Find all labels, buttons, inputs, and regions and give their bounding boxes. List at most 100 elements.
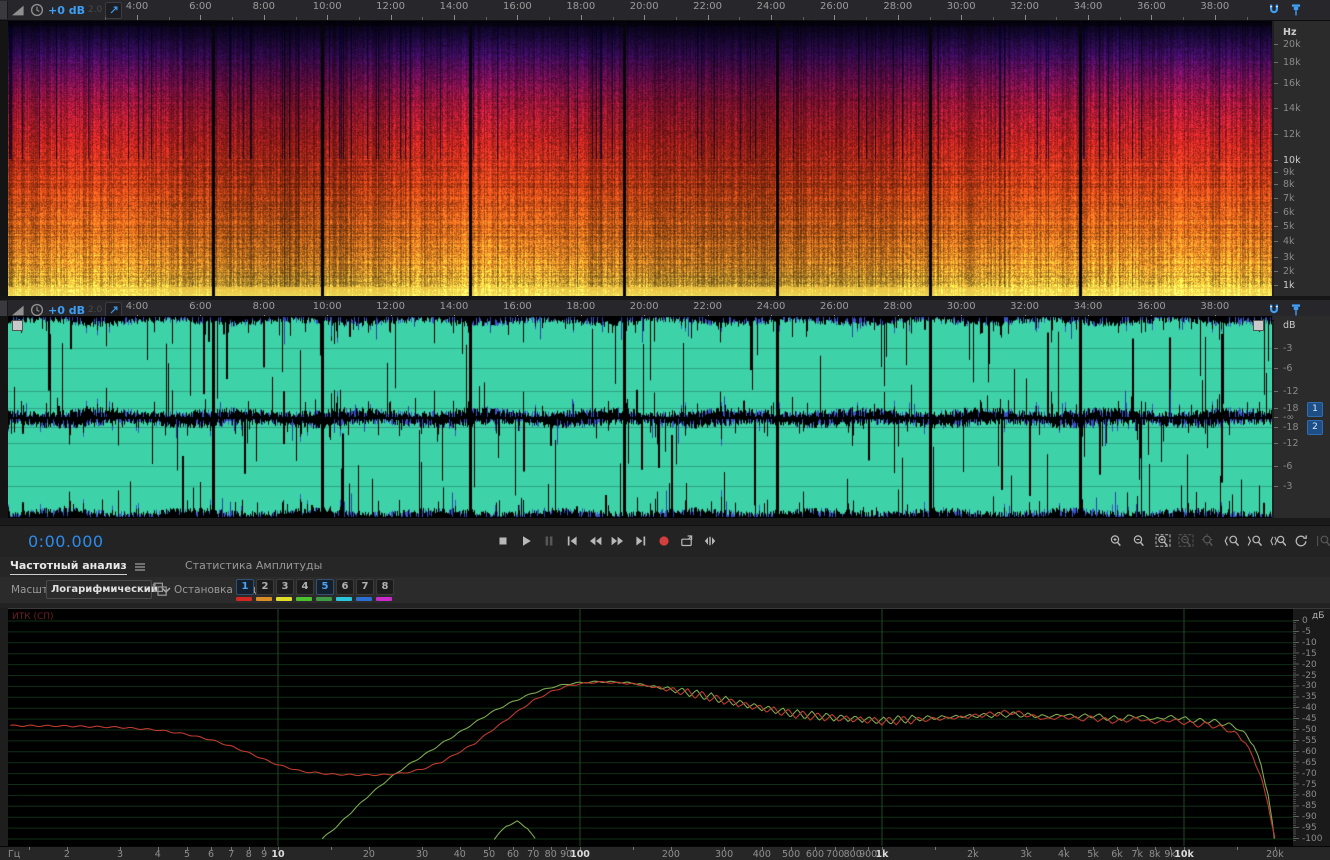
ruler-minor-tick xyxy=(485,17,487,20)
timeline-ticks[interactable]: 4:00 6:00 8:00 10:00 12:00 14:00 16:00 18:00 20:… xyxy=(0,0,1330,20)
db-axis-unit: дБ xyxy=(1312,611,1325,621)
transport-buttons xyxy=(492,530,721,552)
ruler-tick xyxy=(644,15,646,20)
ruler-time-label: 26:00 xyxy=(819,301,849,312)
ruler-minor-tick xyxy=(802,17,804,20)
frequency-analysis-plot[interactable]: ИТК (СП) xyxy=(8,608,1293,847)
ruler-time-label: 38:00 xyxy=(1200,301,1230,312)
waveform-display[interactable] xyxy=(8,316,1272,518)
ruler-minor-tick xyxy=(1183,17,1185,20)
channel-1-badge[interactable]: 1 xyxy=(1307,402,1323,417)
hold-color-swatch xyxy=(316,597,332,601)
scale-tick xyxy=(1274,271,1278,272)
pin-icon[interactable] xyxy=(1288,2,1304,18)
hold-button-6[interactable]: 6 xyxy=(336,579,354,601)
scale-dropdown[interactable]: Логарифмический xyxy=(46,580,171,599)
hold-color-swatch xyxy=(256,597,272,601)
hold-button-2[interactable]: 2 xyxy=(256,579,274,601)
ruler-time-label: 8:00 xyxy=(252,301,276,312)
time-display[interactable]: 0:00.000 xyxy=(28,532,104,551)
frequency-tick xyxy=(187,847,189,850)
db-axis: дБ 0 -5 -10 -15 -20 -25 -30 -35 -40 -45 -50 -55 -60-… xyxy=(1293,608,1330,847)
series-канал-2-всплеск xyxy=(493,820,536,840)
frequency-tick-label: 2 xyxy=(63,849,70,860)
analysis-controls: Масштаб: Логарифмический Остановка кадра… xyxy=(0,577,1330,604)
channel-2-badge[interactable]: 2 xyxy=(1307,420,1323,435)
transport-loop-button[interactable] xyxy=(676,530,698,552)
transport-skip-start-button[interactable] xyxy=(561,530,583,552)
ruler-time-label: 30:00 xyxy=(946,301,976,312)
ruler-tick xyxy=(580,15,582,20)
frequency-tick-label: 3 xyxy=(117,849,124,860)
db-tick-label: -80 xyxy=(1302,790,1317,801)
transport-pause-button xyxy=(538,530,560,552)
spectrogram-display[interactable] xyxy=(8,21,1272,296)
db-tick-label: -50 xyxy=(1302,725,1317,735)
frequency-axis-unit: Гц xyxy=(8,849,21,860)
zoom-in-button[interactable] xyxy=(1106,530,1128,552)
transport-play-button[interactable] xyxy=(515,530,537,552)
zoom-in-frame-button[interactable] xyxy=(1152,530,1174,552)
transport-skip-end-button[interactable] xyxy=(630,530,652,552)
ruler-tick xyxy=(771,15,772,20)
scale-label: 5k xyxy=(1283,221,1295,232)
panel-menu-icon[interactable] xyxy=(132,559,148,575)
snapshot-icon[interactable] xyxy=(152,581,168,597)
scale-tick xyxy=(1274,391,1278,392)
clip-handle-right[interactable] xyxy=(1253,320,1264,331)
zoom-out-button[interactable] xyxy=(1129,530,1151,552)
frequency-tick xyxy=(791,847,793,850)
db-tick-label: -5 xyxy=(1302,626,1311,637)
zoom-reset-button[interactable] xyxy=(1290,530,1312,552)
transport-swap-button[interactable] xyxy=(699,530,721,552)
ruler-time-label: 6:00 xyxy=(189,1,212,12)
db-tick-label: -10 xyxy=(1302,637,1317,648)
ruler-tick xyxy=(1214,15,1216,20)
ruler-time-label: 24:00 xyxy=(756,1,786,12)
hold-button-4[interactable]: 4 xyxy=(296,579,314,601)
zoom-in-left-button[interactable] xyxy=(1221,530,1243,552)
scale-tick xyxy=(1274,241,1278,242)
frequency-tick xyxy=(66,847,68,850)
hold-button-5[interactable]: 5 xyxy=(316,579,334,601)
magnet-icon[interactable] xyxy=(1266,2,1282,18)
ruler-time-label: 32:00 xyxy=(1010,301,1039,312)
frequency-tick xyxy=(1274,847,1276,850)
ruler-minor-tick xyxy=(1119,17,1121,20)
scale-tick xyxy=(1274,160,1278,161)
transport-forward-button[interactable] xyxy=(607,530,629,552)
scale-tick xyxy=(1274,226,1278,227)
hold-number: 7 xyxy=(356,579,374,595)
scale-tick xyxy=(1274,408,1278,409)
ruler-tick xyxy=(1151,15,1153,20)
ruler-time-label: 14:00 xyxy=(439,1,469,12)
series-канал-1 xyxy=(10,680,1276,839)
db-scale[interactable]: dB -3 -6 -12 -18 -∞ -18 -12 -6 -3 xyxy=(1274,316,1330,518)
hold-button-1[interactable]: 1 xyxy=(236,579,254,601)
zoom-selection-button[interactable] xyxy=(1267,530,1289,552)
tab-frequency-analysis[interactable]: Частотный анализ xyxy=(10,559,148,575)
zoom-toolbar xyxy=(1106,530,1330,552)
hold-button-3[interactable]: 3 xyxy=(276,579,294,601)
scale-tick xyxy=(1274,184,1278,185)
frequency-minor-tick xyxy=(633,847,635,850)
scale-tick xyxy=(1274,44,1278,45)
timeline-ruler-1[interactable]: +0 dB 2.0 4:00 6:00 8:00 10:00 12:00 14:00 16:… xyxy=(0,0,1330,21)
db-tick-label: -40 xyxy=(1302,703,1317,714)
tab-amplitude-statistics[interactable]: Статистика Амплитуды xyxy=(185,559,322,574)
hold-button-8[interactable]: 8 xyxy=(376,579,394,601)
hold-button-7[interactable]: 7 xyxy=(356,579,374,601)
transport-record-button[interactable] xyxy=(653,530,675,552)
ruler-time-label: 22:00 xyxy=(693,301,722,312)
clip-handle-left[interactable] xyxy=(12,320,23,331)
transport-rewind-button[interactable] xyxy=(584,530,606,552)
frequency-tick xyxy=(278,847,279,850)
transport-stop-button[interactable] xyxy=(492,530,514,552)
frequency-scale[interactable]: Hz 20k 18k 16k 14k 12k 10k 9k 8k 7k 6k 5k 4k 3k 2k 1k xyxy=(1274,21,1330,296)
hold-number: 2 xyxy=(256,579,274,595)
zoom-in-right-button[interactable] xyxy=(1244,530,1266,552)
scale-tick xyxy=(1274,172,1278,173)
frequency-tick xyxy=(459,847,461,850)
frequency-tick-label: 10k xyxy=(1174,849,1194,860)
db-tick-label: -20 xyxy=(1302,659,1317,670)
